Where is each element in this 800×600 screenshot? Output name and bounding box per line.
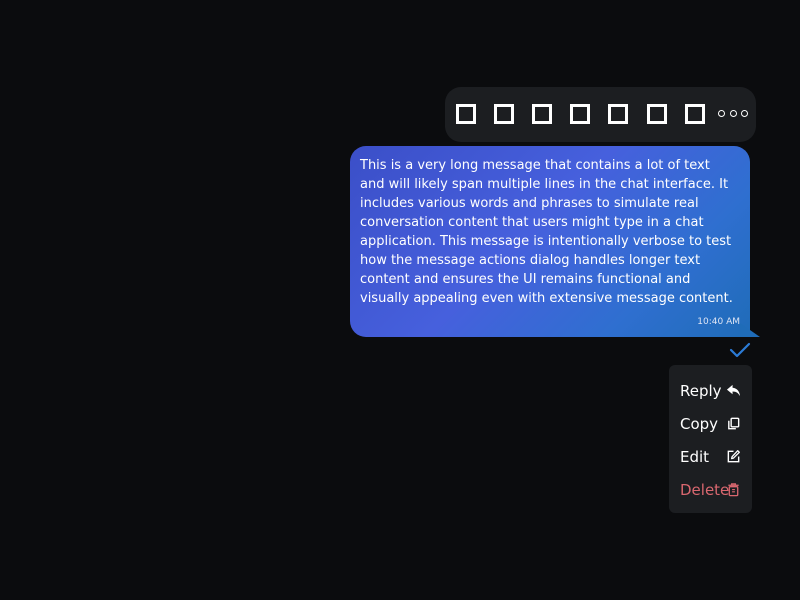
reaction-bar [445,87,756,142]
copy-icon [728,417,740,430]
reaction-button-2[interactable] [491,101,517,127]
more-horizontal-icon [741,109,748,117]
edit-icon [727,450,740,463]
reply-label: Reply [680,381,722,400]
reaction-button-1[interactable] [453,101,479,127]
edit-label: Edit [680,447,710,466]
message-text: This is a very long message that contain… [360,158,733,306]
delete-label: Delete [680,480,730,499]
reaction-button-6[interactable] [644,101,670,127]
delete-menu-item[interactable]: Delete [669,473,752,506]
missing-glyph-icon [608,104,628,124]
message-actions-menu: Reply Copy Edit Delete [669,365,752,513]
missing-glyph-icon [570,104,590,124]
missing-glyph-icon [647,104,667,124]
reply-menu-item[interactable]: Reply [669,374,752,407]
copy-menu-item[interactable]: Copy [669,407,752,440]
more-horizontal-icon [729,109,737,117]
reaction-button-4[interactable] [567,101,593,127]
reply-icon [726,384,741,397]
missing-glyph-icon [494,104,514,124]
missing-glyph-icon [456,104,476,124]
reaction-button-7[interactable] [682,101,708,127]
more-horizontal-icon [718,109,725,117]
reaction-button-3[interactable] [529,101,555,127]
checkmark-icon [729,342,751,358]
message-bubble[interactable]: This is a very long message that contain… [350,146,750,337]
missing-glyph-icon [532,104,552,124]
trash-icon [728,483,739,497]
edit-menu-item[interactable]: Edit [669,440,752,473]
missing-glyph-icon [685,104,705,124]
reaction-button-5[interactable] [605,101,631,127]
copy-label: Copy [680,414,719,433]
message-timestamp: 10:40 AM [697,317,740,327]
more-reactions-button[interactable] [718,105,748,121]
bubble-tail [740,323,760,337]
